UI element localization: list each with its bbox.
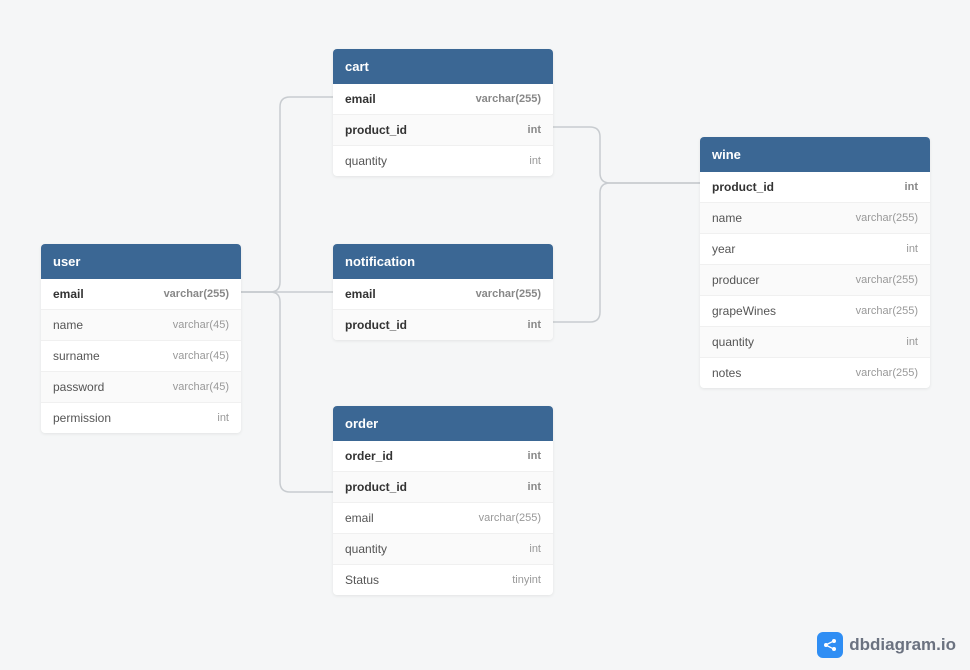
column-name: quantity bbox=[345, 154, 387, 168]
column-type: int bbox=[528, 481, 541, 493]
column-name: surname bbox=[53, 349, 100, 363]
table-row[interactable]: quantity int bbox=[700, 327, 930, 358]
share-icon bbox=[817, 632, 843, 658]
column-name: product_id bbox=[345, 123, 407, 137]
column-name: email bbox=[345, 511, 374, 525]
table-row[interactable]: password varchar(45) bbox=[41, 372, 241, 403]
table-notification[interactable]: notification email varchar(255) product_… bbox=[333, 244, 553, 340]
table-row[interactable]: email varchar(255) bbox=[333, 84, 553, 115]
table-row[interactable]: permission int bbox=[41, 403, 241, 433]
table-row[interactable]: notes varchar(255) bbox=[700, 358, 930, 388]
column-type: varchar(255) bbox=[164, 288, 229, 300]
column-type: varchar(45) bbox=[173, 350, 229, 362]
column-type: int bbox=[528, 450, 541, 462]
table-row[interactable]: product_id int bbox=[333, 472, 553, 503]
table-row[interactable]: email varchar(255) bbox=[333, 279, 553, 310]
brand-logo[interactable]: dbdiagram.io bbox=[817, 632, 956, 658]
table-header: wine bbox=[700, 137, 930, 172]
table-user[interactable]: user email varchar(255) name varchar(45)… bbox=[41, 244, 241, 433]
column-name: product_id bbox=[712, 180, 774, 194]
column-name: permission bbox=[53, 411, 111, 425]
column-name: producer bbox=[712, 273, 759, 287]
table-row[interactable]: name varchar(255) bbox=[700, 203, 930, 234]
column-type: tinyint bbox=[512, 574, 541, 586]
column-type: varchar(255) bbox=[856, 274, 918, 286]
table-row[interactable]: quantity int bbox=[333, 534, 553, 565]
column-type: int bbox=[529, 155, 541, 167]
column-name: email bbox=[345, 92, 376, 106]
column-type: int bbox=[528, 124, 541, 136]
column-type: varchar(45) bbox=[173, 319, 229, 331]
table-order[interactable]: order order_id int product_id int email … bbox=[333, 406, 553, 595]
column-name: password bbox=[53, 380, 104, 394]
column-name: name bbox=[53, 318, 83, 332]
column-type: int bbox=[529, 543, 541, 555]
column-type: int bbox=[528, 319, 541, 331]
table-wine[interactable]: wine product_id int name varchar(255) ye… bbox=[700, 137, 930, 388]
column-type: varchar(255) bbox=[856, 212, 918, 224]
table-row[interactable]: surname varchar(45) bbox=[41, 341, 241, 372]
table-row[interactable]: grapeWines varchar(255) bbox=[700, 296, 930, 327]
brand-text: dbdiagram.io bbox=[849, 635, 956, 655]
table-row[interactable]: order_id int bbox=[333, 441, 553, 472]
column-name: name bbox=[712, 211, 742, 225]
column-type: int bbox=[906, 336, 918, 348]
table-row[interactable]: year int bbox=[700, 234, 930, 265]
table-row[interactable]: product_id int bbox=[700, 172, 930, 203]
column-name: product_id bbox=[345, 480, 407, 494]
column-name: notes bbox=[712, 366, 741, 380]
column-name: grapeWines bbox=[712, 304, 776, 318]
column-name: quantity bbox=[345, 542, 387, 556]
table-row[interactable]: product_id int bbox=[333, 115, 553, 146]
column-name: email bbox=[345, 287, 376, 301]
column-type: varchar(255) bbox=[856, 367, 918, 379]
column-type: varchar(255) bbox=[476, 93, 541, 105]
table-header: cart bbox=[333, 49, 553, 84]
table-row[interactable]: producer varchar(255) bbox=[700, 265, 930, 296]
column-type: varchar(255) bbox=[476, 288, 541, 300]
table-cart[interactable]: cart email varchar(255) product_id int q… bbox=[333, 49, 553, 176]
table-row[interactable]: email varchar(255) bbox=[41, 279, 241, 310]
column-name: product_id bbox=[345, 318, 407, 332]
column-name: year bbox=[712, 242, 735, 256]
table-header: notification bbox=[333, 244, 553, 279]
table-row[interactable]: product_id int bbox=[333, 310, 553, 340]
table-row[interactable]: quantity int bbox=[333, 146, 553, 176]
table-header: order bbox=[333, 406, 553, 441]
column-name: quantity bbox=[712, 335, 754, 349]
column-type: int bbox=[906, 243, 918, 255]
column-type: varchar(255) bbox=[856, 305, 918, 317]
table-row[interactable]: Status tinyint bbox=[333, 565, 553, 595]
table-header: user bbox=[41, 244, 241, 279]
column-type: int bbox=[217, 412, 229, 424]
table-row[interactable]: name varchar(45) bbox=[41, 310, 241, 341]
column-type: int bbox=[905, 181, 918, 193]
column-name: email bbox=[53, 287, 84, 301]
column-type: varchar(255) bbox=[479, 512, 541, 524]
column-name: order_id bbox=[345, 449, 393, 463]
table-row[interactable]: email varchar(255) bbox=[333, 503, 553, 534]
column-name: Status bbox=[345, 573, 379, 587]
column-type: varchar(45) bbox=[173, 381, 229, 393]
